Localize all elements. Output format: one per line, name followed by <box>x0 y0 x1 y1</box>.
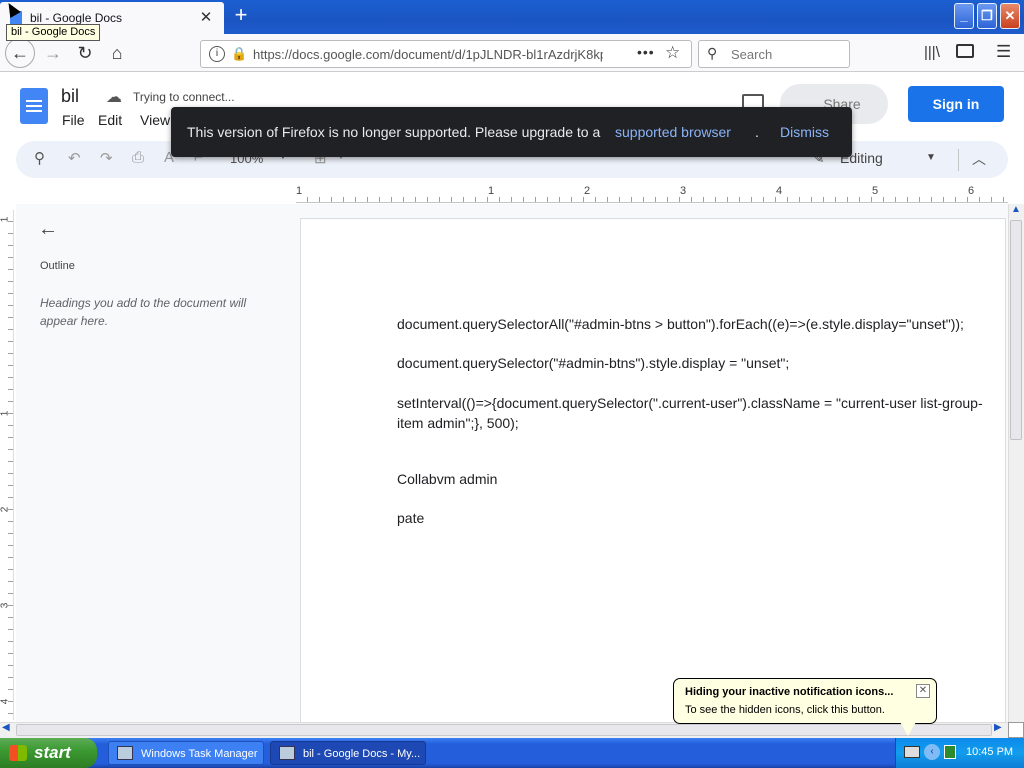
new-tab-button[interactable]: + <box>230 4 252 28</box>
vruler-number: 1 <box>0 216 11 223</box>
tab-tooltip: bil - Google Docs <box>6 24 101 41</box>
taskbar-item-task-manager[interactable]: Windows Task Manager <box>108 741 264 765</box>
balloon-body: To see the hidden icons, click this butt… <box>685 704 885 716</box>
toast-message: This version of Firefox is no longer sup… <box>187 124 601 140</box>
reload-icon[interactable]: ↻ <box>72 40 98 66</box>
ruler-number: 2 <box>584 185 591 197</box>
menu-edit[interactable]: Edit <box>98 112 122 128</box>
scrollbar-corner <box>1008 722 1024 738</box>
menu-view[interactable]: View <box>140 112 170 128</box>
navigation-bar: ← → ↻ ⌂ i 🔒 https://docs.google.com/docu… <box>0 34 1024 72</box>
ruler-number: 1 <box>488 185 495 197</box>
ruler-number: 1 <box>296 185 303 197</box>
sign-in-button[interactable]: Sign in <box>908 86 1004 122</box>
page-actions-button[interactable]: ••• <box>637 44 655 60</box>
ruler-number: 5 <box>872 185 879 197</box>
window-restore-button[interactable]: ❐ <box>977 3 997 29</box>
chevron-up-icon[interactable]: ︿ <box>972 149 986 169</box>
horizontal-ruler[interactable]: 1 1 2 3 4 5 6 <box>296 185 1008 203</box>
scroll-right-arrow-icon[interactable]: ▶ <box>994 722 1002 733</box>
back-arrow-icon[interactable]: ← <box>5 38 35 68</box>
search-icon: ⚲ <box>707 45 718 61</box>
ruler-number: 6 <box>968 185 975 197</box>
search-placeholder: Search <box>731 47 773 62</box>
task-manager-icon <box>117 746 133 760</box>
document-paragraph[interactable]: document.querySelector("#admin-btns").st… <box>397 355 789 371</box>
search-menus-icon[interactable]: ⚲ <box>34 149 45 167</box>
show-hidden-icons-button[interactable]: ‹ <box>924 744 940 760</box>
forward-arrow-icon[interactable]: → <box>40 40 66 66</box>
document-paragraph[interactable]: setInterval(()=>{document.querySelector(… <box>397 393 997 433</box>
notification-balloon[interactable]: Hiding your inactive notification icons.… <box>673 678 937 724</box>
home-icon[interactable]: ⌂ <box>104 40 130 66</box>
document-paragraph[interactable]: document.querySelectorAll("#admin-btns >… <box>397 316 964 332</box>
vruler-number: 1 <box>0 410 11 417</box>
search-input[interactable]: ⚲ Search <box>698 40 850 68</box>
undo-icon[interactable]: ↶ <box>68 149 81 167</box>
taskbar-item-label: Windows Task Manager <box>141 748 258 760</box>
window-minimize-button[interactable]: _ <box>954 3 974 29</box>
sidebar-icon[interactable] <box>956 44 974 58</box>
scroll-up-arrow-icon[interactable]: ▲ <box>1008 204 1024 220</box>
docs-logo[interactable] <box>20 88 48 124</box>
close-icon[interactable]: ✕ <box>196 8 216 28</box>
outline-hint: Headings you add to the document will ap… <box>40 296 247 328</box>
redo-icon[interactable]: ↷ <box>100 149 113 167</box>
url-bar[interactable]: i 🔒 https://docs.google.com/document/d/1… <box>200 40 692 68</box>
cloud-offline-icon: ☁ <box>106 89 122 106</box>
close-outline-arrow-icon[interactable]: ← <box>38 218 58 241</box>
outline-title: Outline <box>40 260 75 272</box>
balloon-title: Hiding your inactive notification icons.… <box>685 686 894 698</box>
close-icon[interactable]: ✕ <box>916 684 930 698</box>
window-close-button[interactable]: ✕ <box>1000 3 1020 29</box>
info-icon[interactable]: i <box>209 46 225 62</box>
ruler-number: 4 <box>776 185 783 197</box>
connection-status: Trying to connect... <box>133 90 235 104</box>
document-paragraph[interactable]: Collabvm admin <box>397 471 497 487</box>
dismiss-button[interactable]: Dismiss <box>780 124 829 140</box>
supported-browser-link[interactable]: supported browser <box>615 124 731 140</box>
vertical-ruler[interactable]: 1 1 2 3 4 <box>0 210 14 720</box>
balloon-pointer <box>900 722 916 736</box>
horizontal-scroll-thumb[interactable] <box>16 724 992 736</box>
keyboard-icon[interactable] <box>904 746 920 758</box>
scroll-left-arrow-icon[interactable]: ◀ <box>2 722 10 733</box>
vruler-number: 4 <box>0 698 11 705</box>
vruler-number: 2 <box>0 506 11 513</box>
hamburger-menu-icon[interactable]: ☰ <box>996 42 1011 62</box>
document-title[interactable]: bil <box>61 86 79 107</box>
clock: 10:45 PM <box>966 746 1014 758</box>
tray-app-icon[interactable] <box>944 745 956 759</box>
library-icon[interactable]: |||\ <box>924 44 940 61</box>
firefox-icon <box>279 746 295 760</box>
chevron-down-icon[interactable]: ▼ <box>926 152 936 163</box>
toolbar-divider <box>958 149 959 171</box>
lock-icon: 🔒 <box>231 46 248 61</box>
ruler-number: 3 <box>680 185 687 197</box>
windows-flag-icon <box>9 745 27 761</box>
menu-file[interactable]: File <box>62 112 85 128</box>
taskbar-item-firefox[interactable]: bil - Google Docs - My... <box>270 741 426 765</box>
print-icon[interactable]: ⎙ <box>132 149 144 166</box>
unsupported-browser-toast: This version of Firefox is no longer sup… <box>171 107 852 157</box>
document-paragraph[interactable]: pate <box>397 510 424 526</box>
bookmark-star-icon[interactable]: ☆ <box>665 43 680 63</box>
tab-title: bil - Google Docs <box>30 11 123 25</box>
url-text[interactable]: https://docs.google.com/document/d/1pJLN… <box>253 47 603 62</box>
vertical-scroll-thumb[interactable] <box>1010 220 1022 440</box>
taskbar-item-label: bil - Google Docs - My... <box>303 748 421 760</box>
toast-period: . <box>755 124 759 140</box>
vruler-number: 3 <box>0 602 11 609</box>
